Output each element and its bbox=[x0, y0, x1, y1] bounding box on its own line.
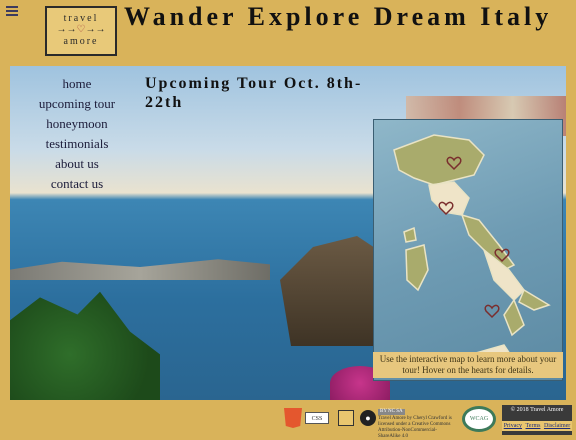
hero-image: home upcoming tour honeymoon testimonial… bbox=[10, 66, 566, 400]
creative-commons-license: BY NC SA Travel Amore by Cheryl Crawford… bbox=[378, 409, 458, 440]
hamburger-menu-icon[interactable] bbox=[6, 6, 18, 16]
logo-line2: amore bbox=[63, 36, 99, 47]
footer-links: Privacy Terms Disclaimer bbox=[502, 421, 572, 431]
nav-item-honeymoon[interactable]: honeymoon bbox=[32, 114, 122, 134]
copyright-text: © 2018 Travel Amore bbox=[510, 407, 564, 413]
logo-line1: travel bbox=[63, 13, 99, 24]
disclaimer-link[interactable]: Disclaimer bbox=[544, 423, 570, 429]
rocky-shore bbox=[10, 259, 270, 280]
square-icon[interactable] bbox=[338, 410, 354, 426]
github-icon[interactable]: ● bbox=[360, 410, 376, 426]
map-caption: Use the interactive map to learn more ab… bbox=[373, 352, 563, 378]
css-badge[interactable]: CSS bbox=[305, 412, 329, 424]
nav-item-upcoming-tour[interactable]: upcoming tour bbox=[32, 94, 122, 114]
tour-heading: Upcoming Tour Oct. 8th-22th bbox=[145, 75, 363, 111]
italy-map-panel bbox=[373, 119, 563, 381]
travel-amore-logo[interactable]: travel →→♡→→ amore bbox=[45, 6, 117, 56]
copyright-box: © 2018 Travel Amore Privacy Terms Discla… bbox=[502, 405, 572, 435]
terms-link[interactable]: Terms bbox=[526, 423, 541, 429]
nav-item-contact-us[interactable]: contact us bbox=[32, 174, 122, 194]
cc-badge-icon[interactable]: BY NC SA bbox=[378, 409, 405, 415]
html5-icon[interactable] bbox=[284, 408, 302, 428]
nav-item-testimonials[interactable]: testimonials bbox=[32, 134, 122, 154]
main-nav: home upcoming tour honeymoon testimonial… bbox=[32, 74, 122, 194]
cc-license-text: Travel Amore by Cheryl Crawford is licen… bbox=[378, 416, 452, 439]
nav-item-about-us[interactable]: about us bbox=[32, 154, 122, 174]
heart-arrow-icon: →→♡→→ bbox=[56, 24, 106, 35]
privacy-link[interactable]: Privacy bbox=[504, 423, 522, 429]
footer: CSS ● BY NC SA Travel Amore by Cheryl Cr… bbox=[0, 400, 576, 439]
tree bbox=[10, 291, 160, 400]
nav-item-home[interactable]: home bbox=[32, 74, 122, 94]
italy-map-icon bbox=[393, 134, 551, 369]
wcag-badge-icon[interactable]: WCAG bbox=[462, 406, 496, 432]
site-title: Wander Explore Dream Italy bbox=[124, 2, 553, 31]
